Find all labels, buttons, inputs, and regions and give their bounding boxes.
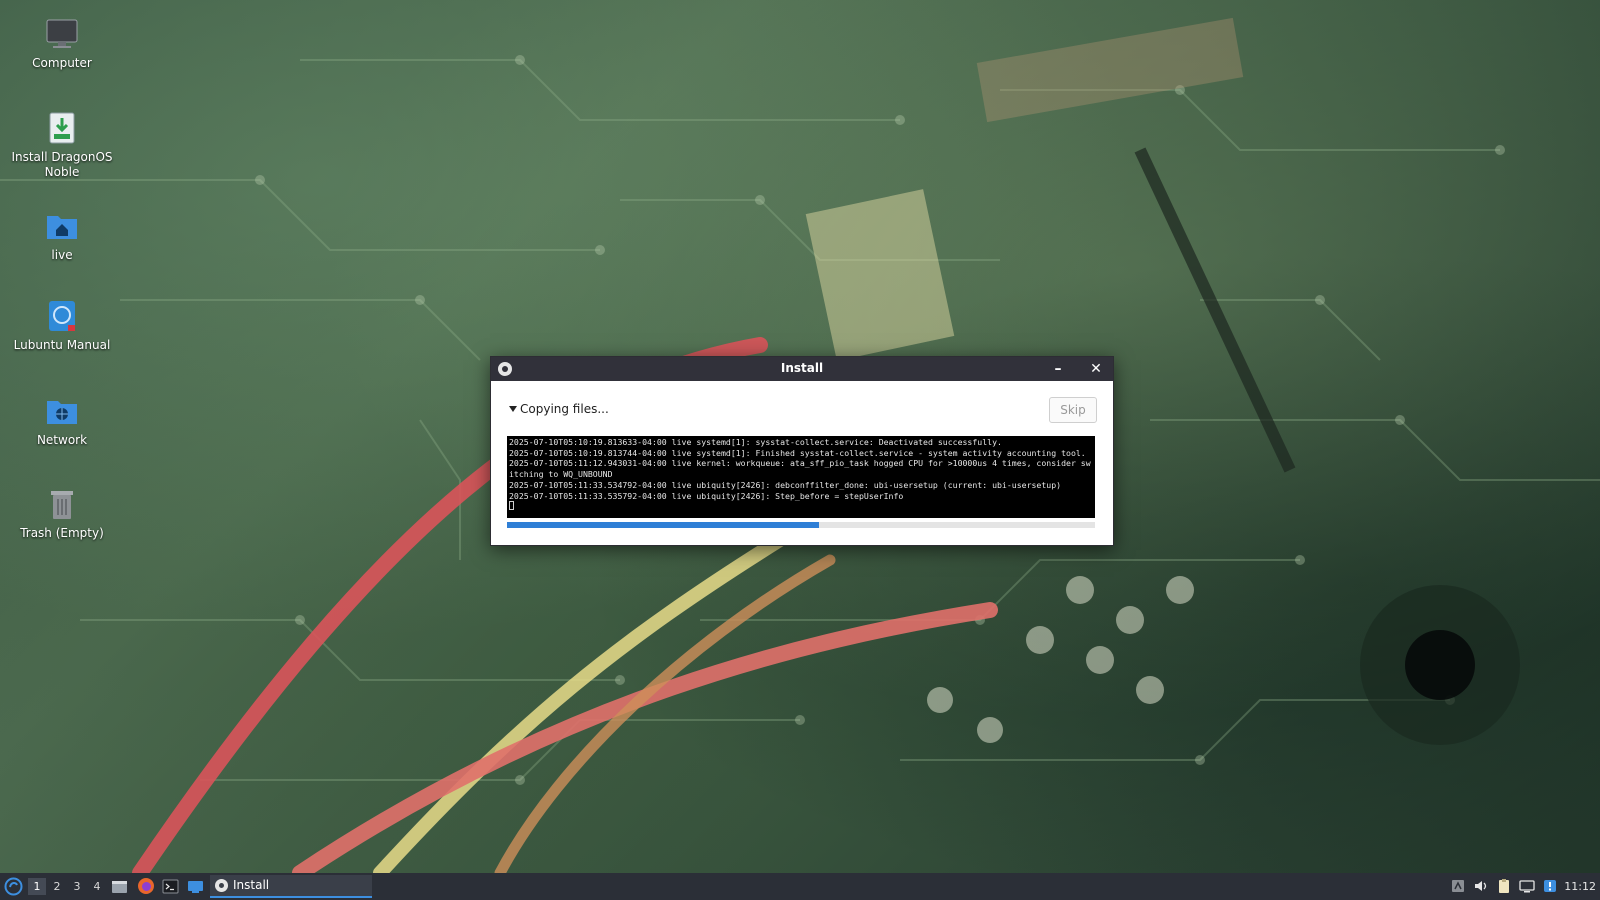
manual-icon — [49, 301, 75, 331]
desktop-icon-label: Trash (Empty) — [20, 526, 104, 540]
workspace-1[interactable]: 1 — [28, 878, 46, 895]
install-log[interactable]: 2025-07-10T05:10:19.813633-04:00 live sy… — [507, 436, 1095, 518]
install-progress-bar — [507, 522, 1095, 528]
desktop-icon-label: live — [51, 248, 73, 262]
expander-arrow-icon — [509, 406, 517, 412]
details-toggle[interactable]: Copying files... — [509, 402, 609, 416]
desktop-icon-label: Network — [36, 433, 88, 447]
show-desktop-icon[interactable] — [187, 878, 204, 895]
log-line: 2025-07-10T05:10:19.813633-04:00 live sy… — [509, 437, 1002, 447]
desktop-icon-home[interactable]: live — [7, 208, 117, 263]
workspace-4[interactable]: 4 — [88, 878, 106, 895]
taskbar-window-install[interactable]: Install — [210, 875, 372, 898]
status-text: Copying files... — [520, 402, 609, 416]
window-titlebar[interactable]: Install – ✕ — [491, 357, 1113, 381]
clipboard-icon[interactable] — [1496, 878, 1512, 894]
skip-button[interactable]: Skip — [1049, 397, 1097, 423]
desktop-icon-label: Lubuntu Manual — [13, 338, 111, 352]
clock[interactable]: 11:12 — [1564, 873, 1596, 900]
log-line: 2025-07-10T05:10:19.813744-04:00 live sy… — [509, 447, 1086, 458]
desktop-icon-computer[interactable]: Computer — [7, 16, 117, 71]
workspace-2[interactable]: 2 — [48, 878, 66, 895]
home-folder-icon — [47, 216, 77, 239]
taskbar: 1234 Install 11:12 — [0, 873, 1600, 900]
log-line: 2025-07-10T05:11:12.943031-04:00 live ke… — [509, 458, 1091, 480]
workspace-3[interactable]: 3 — [68, 878, 86, 895]
update-notifier-icon[interactable] — [1542, 878, 1558, 894]
network-folder-icon — [47, 401, 77, 424]
desktop-icon-label: Computer — [32, 56, 92, 70]
install-progress-fill — [507, 522, 819, 528]
log-line: 2025-07-10T05:11:33.535792-04:00 live ub… — [509, 490, 904, 501]
installer-app-icon — [215, 879, 228, 892]
install-window: Install – ✕ Copying files... Skip 2025-0… — [490, 356, 1114, 546]
terminal-cursor — [509, 501, 514, 511]
trash-icon — [51, 491, 73, 519]
display-icon[interactable] — [1519, 878, 1535, 894]
desktop-icon-network[interactable]: Network — [7, 393, 117, 448]
close-button[interactable]: ✕ — [1087, 359, 1105, 379]
firefox-icon[interactable] — [137, 877, 155, 895]
terminal-icon[interactable] — [162, 878, 179, 895]
taskbar-window-label: Install — [233, 878, 270, 892]
desktop: Computer Install DragonOS Noble live Lub… — [0, 0, 1600, 900]
minimize-button[interactable]: – — [1049, 359, 1067, 379]
start-menu-icon[interactable] — [4, 877, 23, 896]
installer-icon — [49, 112, 75, 144]
keyboard-layout-icon[interactable] — [1450, 878, 1466, 894]
volume-icon[interactable] — [1473, 878, 1489, 894]
desktop-icon-trash[interactable]: Trash (Empty) — [7, 486, 117, 541]
desktop-icon-manual[interactable]: Lubuntu Manual — [7, 298, 117, 353]
desktop-icon-installer[interactable]: Install DragonOS Noble — [7, 110, 117, 180]
file-manager-icon[interactable] — [111, 878, 128, 895]
computer-icon — [46, 19, 78, 48]
log-line: 2025-07-10T05:11:33.534792-04:00 live ub… — [509, 479, 1062, 490]
desktop-icon-label: Install DragonOS Noble — [11, 150, 113, 179]
window-title: Install — [780, 361, 824, 375]
